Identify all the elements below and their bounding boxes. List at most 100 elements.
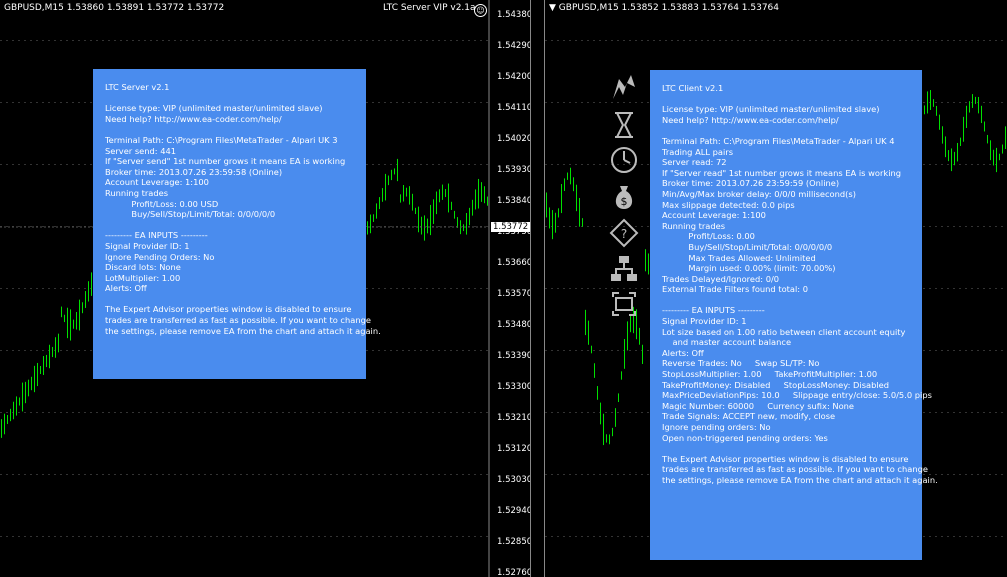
info-line: Terminal Path: C:\Program Files\MetaTrad… bbox=[662, 135, 895, 146]
info-line: License type: VIP (unlimited master/unli… bbox=[105, 103, 323, 114]
info-line bbox=[105, 93, 354, 104]
right-chart-window[interactable]: ▼ GBPUSD,M15 1.53852 1.53883 1.53764 1.5… bbox=[545, 0, 1007, 577]
candle-bar bbox=[442, 184, 443, 200]
info-line bbox=[105, 124, 354, 135]
candle-bar bbox=[43, 356, 44, 375]
info-line: Account Leverage: 1:100 bbox=[662, 210, 766, 221]
info-line: Running trades bbox=[105, 187, 169, 198]
info-line: Max Trades Allowed: Unlimited bbox=[662, 252, 816, 263]
candle-bar bbox=[67, 307, 68, 339]
candle-bar bbox=[454, 210, 455, 219]
info-line: Signal Provider ID: 1 bbox=[662, 316, 747, 327]
info-line bbox=[662, 443, 910, 454]
info-line: Profit/Loss: 0.00 USD bbox=[105, 198, 219, 209]
candle-bar bbox=[990, 140, 991, 161]
lightning-icon[interactable] bbox=[609, 73, 639, 103]
price-axis-label: 1.53300 bbox=[497, 382, 530, 392]
hourglass-icon[interactable] bbox=[609, 110, 639, 140]
price-axis-label: 1.52760 bbox=[497, 568, 530, 577]
info-line: trades are transferred as fast as possib… bbox=[105, 315, 371, 326]
candle-bar bbox=[948, 150, 949, 162]
info-line: MaxPriceDeviationPips: 10.0 Slippage ent… bbox=[662, 390, 932, 401]
candle-bar bbox=[966, 105, 967, 128]
candle-bar bbox=[385, 173, 386, 201]
candle-bar bbox=[412, 193, 413, 211]
candle-bar bbox=[975, 96, 976, 104]
candle-bar bbox=[445, 189, 446, 198]
info-line: Terminal Path: C:\Program Files\MetaTrad… bbox=[105, 134, 338, 145]
candle-bar bbox=[642, 344, 643, 364]
candle-bar bbox=[475, 189, 476, 210]
candle-bar bbox=[457, 217, 458, 228]
candle-bar bbox=[930, 90, 931, 110]
info-line: If "Server read" 1st number grows it mea… bbox=[662, 167, 902, 178]
info-line: Ignore pending orders: No bbox=[662, 422, 771, 432]
info-line: Broker time: 2013.07.26 23:59:59 (Online… bbox=[662, 178, 840, 189]
smiley-icon[interactable]: ☺ bbox=[474, 4, 487, 17]
price-axis-label: 1.53840 bbox=[497, 196, 530, 206]
candle-bar bbox=[16, 396, 17, 416]
candle-bar bbox=[597, 386, 598, 400]
candle-bar bbox=[64, 314, 65, 323]
price-axis-label: 1.52940 bbox=[497, 506, 530, 516]
info-line bbox=[662, 295, 910, 306]
candle-bar bbox=[370, 214, 371, 234]
candle-bar bbox=[91, 272, 92, 296]
info-line: LTC Client v2.1 bbox=[662, 83, 724, 93]
candle-bar bbox=[34, 365, 35, 393]
info-line: Profit/Loss: 0.00 bbox=[662, 231, 755, 242]
question-diamond-icon[interactable]: ? bbox=[609, 218, 639, 248]
candle-bar bbox=[4, 413, 5, 435]
candle-bar bbox=[573, 177, 574, 192]
info-line: Ignore Pending Orders: No bbox=[105, 251, 215, 262]
candle-bar bbox=[960, 137, 961, 146]
candle-bar bbox=[28, 379, 29, 397]
candle-bar bbox=[76, 311, 77, 330]
candle-bar bbox=[972, 94, 973, 108]
info-line: TakeProfitMoney: Disabled StopLossMoney:… bbox=[662, 379, 890, 390]
price-axis-label: 1.52850 bbox=[497, 537, 530, 547]
candle-bar bbox=[484, 186, 485, 204]
info-line: and master account balance bbox=[662, 337, 792, 348]
candle-bar bbox=[10, 408, 11, 422]
info-line: Margin used: 0.00% (limit: 70.00%) bbox=[662, 263, 836, 274]
info-line: StopLossMultiplier: 1.00 TakeProfitMulti… bbox=[662, 369, 878, 380]
price-axis-label: 1.54110 bbox=[497, 103, 530, 113]
dropdown-triangle-icon[interactable]: ▼ bbox=[549, 3, 556, 13]
window-splitter[interactable] bbox=[530, 0, 545, 577]
refresh-frame-icon[interactable] bbox=[609, 289, 639, 319]
candle-bar bbox=[591, 345, 592, 354]
candle-bar bbox=[936, 105, 937, 116]
money-bag-icon[interactable]: $ bbox=[609, 182, 639, 212]
candle-bar bbox=[954, 151, 955, 166]
candle-bar bbox=[439, 189, 440, 203]
candle-bar bbox=[978, 96, 979, 114]
left-chart-window[interactable]: GBPUSD,M15 1.53860 1.53891 1.53772 1.537… bbox=[0, 0, 530, 577]
candle-bar bbox=[549, 207, 550, 229]
network-icon[interactable] bbox=[609, 254, 639, 284]
candle-bar bbox=[558, 208, 559, 218]
candle-bar bbox=[463, 224, 464, 232]
info-line: Trade Signals: ACCEPT new, modify, close bbox=[662, 411, 836, 422]
info-line: Discard lots: None bbox=[105, 262, 181, 273]
candle-bar bbox=[403, 185, 404, 202]
candle-bar bbox=[58, 333, 59, 353]
candle-bar bbox=[25, 381, 26, 404]
candle-bar bbox=[394, 168, 395, 175]
candle-bar bbox=[939, 114, 940, 130]
candle-bar bbox=[969, 101, 970, 113]
candle-bar bbox=[487, 196, 488, 206]
candle-bar bbox=[567, 172, 568, 180]
candle-bar bbox=[451, 201, 452, 210]
candle-bar bbox=[924, 105, 925, 115]
candle-bar bbox=[1, 419, 2, 438]
candle-bar bbox=[466, 212, 467, 235]
clock-icon[interactable] bbox=[609, 145, 639, 175]
candle-bar bbox=[570, 167, 571, 185]
svg-text:$: $ bbox=[621, 195, 628, 208]
candle-bar bbox=[49, 344, 50, 369]
candle-bar bbox=[552, 210, 553, 240]
price-axis-label: 1.53480 bbox=[497, 320, 530, 330]
info-line: Alerts: Off bbox=[105, 283, 147, 294]
candle-bar bbox=[639, 327, 640, 345]
